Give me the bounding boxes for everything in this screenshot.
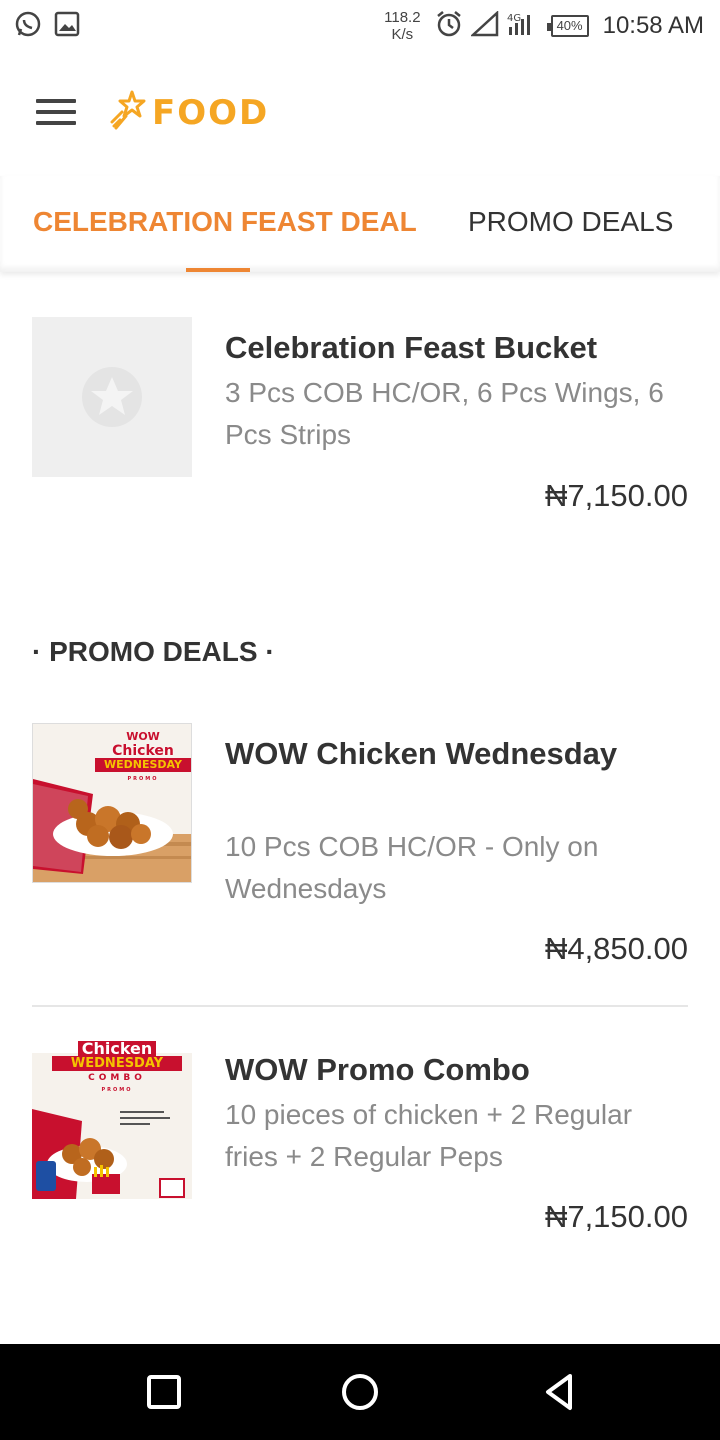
network-speed: 118.2 K/s xyxy=(384,9,420,43)
tab-celebration-feast-deal[interactable]: CELEBRATION FEAST DEAL xyxy=(33,206,417,238)
item-title: Celebration Feast Bucket xyxy=(225,330,598,365)
recents-icon[interactable] xyxy=(144,1372,184,1412)
item-price: ₦4,850.00 xyxy=(544,931,688,966)
gallery-icon xyxy=(54,11,80,42)
app-bar: FOOD xyxy=(0,52,720,176)
divider xyxy=(32,1005,688,1007)
item-image: WOW Chicken WEDNESDAY PROMO xyxy=(32,723,192,883)
status-bar: 118.2 K/s 4G 40% 10:58 AM xyxy=(0,0,720,52)
image-text-wednesday: WEDNESDAY xyxy=(52,1056,182,1071)
item-title: WOW Chicken Wednesday xyxy=(225,736,618,771)
app-logo[interactable]: FOOD xyxy=(110,90,269,135)
navigation-bar xyxy=(0,1344,720,1440)
4g-signal-icon: 4G xyxy=(507,11,537,42)
list-item[interactable]: WOW Chicken WEDNESDAY PROMO WOW Chicken … xyxy=(32,723,688,983)
list-item[interactable]: Chicken WEDNESDAY COMBO PROMO WOW Promo … xyxy=(32,1039,688,1259)
speed-value: 118.2 xyxy=(384,9,421,26)
item-image-placeholder xyxy=(32,317,192,477)
back-icon[interactable] xyxy=(540,1372,580,1412)
image-text-chicken: Chicken xyxy=(77,1041,157,1057)
home-icon[interactable] xyxy=(340,1372,380,1412)
item-price: ₦7,150.00 xyxy=(544,478,688,513)
clock: 10:58 AM xyxy=(602,12,704,39)
image-text-promo: PROMO xyxy=(101,1087,133,1093)
item-description: 3 Pcs COB HC/OR, 6 Pcs Wings, 6 Pcs Stri… xyxy=(225,377,664,450)
alarm-icon xyxy=(435,10,463,43)
item-description: 10 pieces of chicken + 2 Regular fries +… xyxy=(225,1099,633,1172)
item-title: WOW Promo Combo xyxy=(225,1052,530,1087)
hamburger-icon[interactable] xyxy=(36,99,76,127)
item-description: 10 Pcs COB HC/OR - Only on Wednesdays xyxy=(225,831,599,904)
whatsapp-icon xyxy=(14,10,42,43)
image-text-wow: WOW xyxy=(126,730,160,743)
tab-indicator xyxy=(186,268,250,272)
star-logo-icon xyxy=(110,90,146,135)
speed-unit: K/s xyxy=(391,26,414,43)
list-item[interactable]: Celebration Feast Bucket 3 Pcs COB HC/OR… xyxy=(32,317,688,517)
svg-text:4G: 4G xyxy=(507,13,521,24)
image-text-combo: COMBO xyxy=(88,1073,146,1083)
item-image: Chicken WEDNESDAY COMBO PROMO xyxy=(32,1039,192,1199)
logo-text: FOOD xyxy=(152,92,270,133)
signal-icon xyxy=(469,9,499,42)
image-text-wednesday: WEDNESDAY xyxy=(95,758,191,772)
image-text-promo: PROMO xyxy=(127,776,159,782)
item-price: ₦7,150.00 xyxy=(544,1199,688,1234)
notification-icons xyxy=(14,10,80,43)
placeholder-star-icon xyxy=(82,367,142,427)
section-title: · PROMO DEALS · xyxy=(32,636,275,667)
tab-bar: CELEBRATION FEAST DEAL PROMO DEALS xyxy=(0,176,720,272)
image-text-chicken: Chicken xyxy=(112,743,174,759)
tab-promo-deals[interactable]: PROMO DEALS xyxy=(468,206,673,238)
battery-icon: 40% xyxy=(546,15,589,37)
